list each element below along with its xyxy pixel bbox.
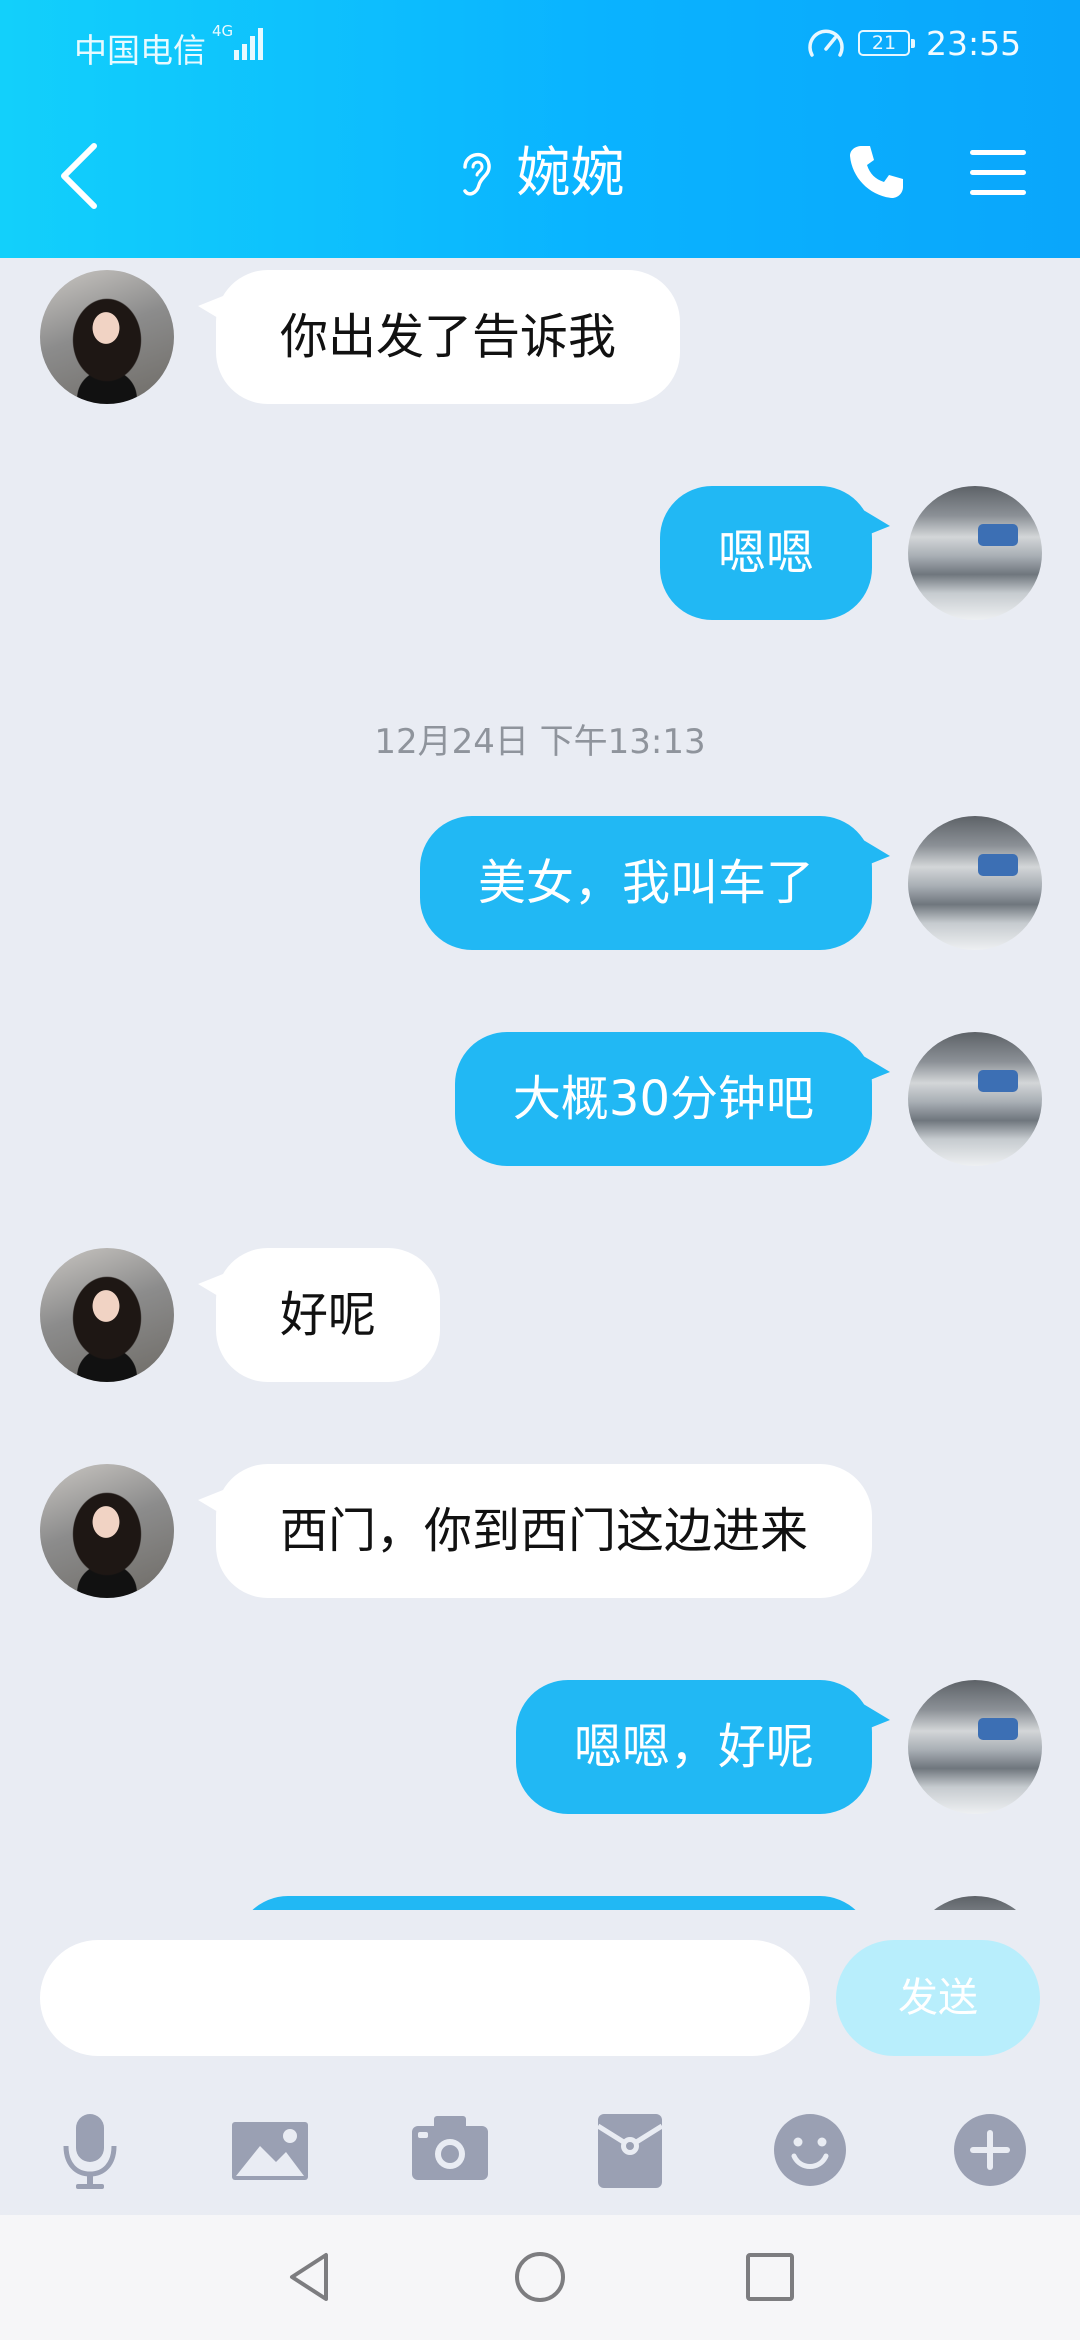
- my-avatar[interactable]: [908, 1032, 1042, 1166]
- message-input[interactable]: [40, 1940, 810, 2056]
- contact-avatar[interactable]: [40, 1464, 174, 1598]
- my-avatar[interactable]: [908, 486, 1042, 620]
- outgoing-message[interactable]: 美女，我叫车了: [419, 816, 891, 950]
- contact-avatar[interactable]: [40, 270, 174, 404]
- my-avatar[interactable]: [908, 816, 1042, 950]
- home-circle-icon[interactable]: [510, 2247, 570, 2307]
- speedometer-icon: [808, 29, 844, 57]
- chat-title-group: 婉婉: [0, 138, 1080, 208]
- incoming-message[interactable]: 好呢: [197, 1248, 441, 1382]
- phone-icon[interactable]: [846, 142, 906, 202]
- camera-icon[interactable]: [400, 2100, 500, 2200]
- app-header: 中国电信 4G 21 23:55 婉婉: [0, 0, 1080, 258]
- recents-square-icon[interactable]: [740, 2247, 800, 2307]
- composer: 发送: [0, 1910, 1080, 2215]
- ear-icon[interactable]: [455, 145, 495, 201]
- status-time: 23:55: [926, 24, 1022, 63]
- title-bar: 婉婉: [0, 110, 1080, 240]
- status-bar: 中国电信 4G 21 23:55: [0, 0, 1080, 90]
- emoji-icon[interactable]: [760, 2100, 860, 2200]
- menu-icon[interactable]: [968, 146, 1028, 200]
- red-packet-icon[interactable]: [580, 2100, 680, 2200]
- message-list[interactable]: 你出发了告诉我 嗯嗯 12月24日 下午13:13 美女，我叫车了 大概30分钟…: [0, 258, 1080, 1910]
- system-navigation-bar: [0, 2215, 1080, 2340]
- composer-toolbar: [0, 2100, 1080, 2200]
- network-type: 4G: [212, 22, 234, 40]
- outgoing-message[interactable]: 大概30分钟吧: [454, 1032, 891, 1166]
- signal-icon: [232, 26, 264, 60]
- incoming-message[interactable]: 你出发了告诉我: [197, 270, 681, 404]
- plus-icon[interactable]: [940, 2100, 1040, 2200]
- chat-title: 婉婉: [516, 141, 625, 204]
- outgoing-message[interactable]: 嗯嗯，好呢: [515, 1680, 891, 1814]
- message-timestamp: 12月24日 下午13:13: [374, 722, 706, 762]
- back-triangle-icon[interactable]: [280, 2247, 340, 2307]
- my-avatar[interactable]: [908, 1896, 1042, 1910]
- send-button[interactable]: 发送: [836, 1940, 1040, 2056]
- outgoing-message[interactable]: 嗯嗯: [659, 486, 891, 620]
- battery-indicator: 21: [858, 30, 915, 56]
- my-avatar[interactable]: [908, 1680, 1042, 1814]
- carrier-name: 中国电信: [74, 31, 206, 70]
- contact-avatar[interactable]: [40, 1248, 174, 1382]
- incoming-message[interactable]: 西门，你到西门这边进来: [197, 1464, 873, 1598]
- outgoing-message-partial[interactable]: [236, 1896, 872, 1910]
- image-icon[interactable]: [220, 2100, 320, 2200]
- microphone-icon[interactable]: [40, 2100, 140, 2200]
